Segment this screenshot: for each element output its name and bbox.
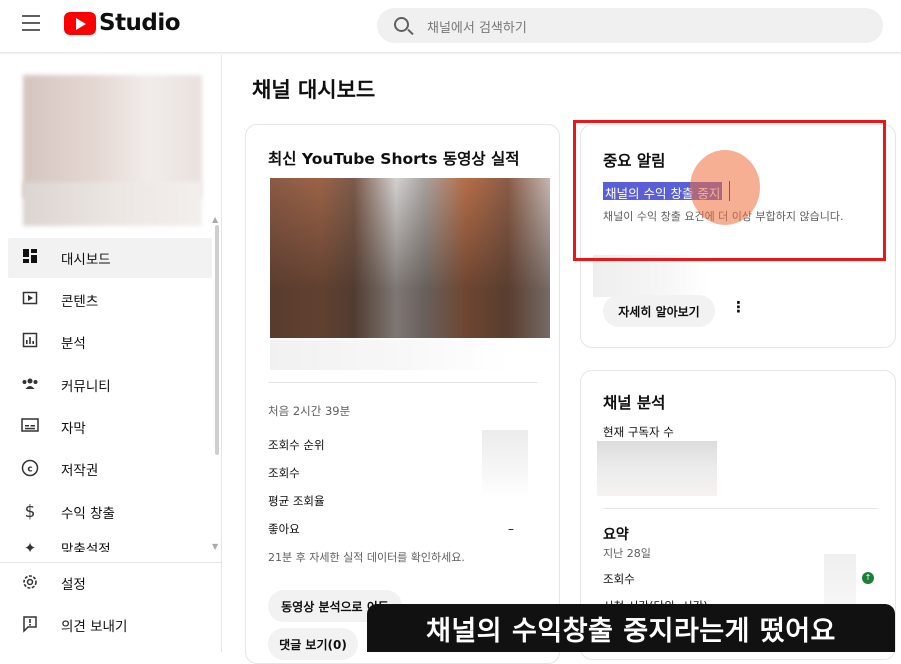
shorts-video-title[interactable]	[270, 340, 510, 370]
sidebar-item-dashboard[interactable]: 대시보드	[8, 238, 212, 278]
sidebar-item-label: 저작권	[61, 463, 99, 479]
card-divider	[603, 508, 878, 509]
subtitles-icon	[20, 417, 40, 437]
top-bar: Studio 채널에서 검색하기	[0, 0, 901, 52]
card-title: 채널 분석	[603, 394, 666, 412]
search-placeholder: 채널에서 검색하기	[427, 21, 527, 36]
sidebar-item-label: 대시보드	[61, 252, 111, 268]
sidebar-item-customization[interactable]: ✦ 맞춤설정	[8, 534, 212, 552]
alert-extra-content	[593, 255, 709, 297]
dollar-icon: $	[24, 502, 36, 522]
content-icon	[20, 290, 40, 310]
subscriber-count	[597, 441, 717, 496]
youtube-play-icon	[64, 11, 96, 35]
summary-period: 지난 28일	[603, 547, 651, 560]
sidebar-scrollbar[interactable]	[215, 225, 219, 455]
stat-values	[482, 430, 528, 496]
sidebar-item-label: 의견 보내기	[61, 619, 128, 635]
community-icon	[20, 375, 40, 395]
shorts-performance-card: 최신 YouTube Shorts 동영상 실적 처음 2시간 39분 조회수 …	[245, 124, 560, 664]
sidebar-item-subtitles[interactable]: 자막	[8, 407, 212, 447]
stat-label-avg-view: 평균 조회율	[268, 494, 325, 508]
channel-avatar[interactable]	[23, 75, 202, 198]
dashboard-icon	[20, 248, 40, 268]
view-comments-button[interactable]: 댓글 보기(0)	[268, 628, 358, 660]
menu-icon[interactable]	[22, 15, 40, 31]
sidebar-item-community[interactable]: 커뮤니티	[8, 365, 212, 405]
sidebar: 대시보드 콘텐츠 분석 커뮤니티 자막 c 저작권 $ 수익 창출 ✦ 맞춤설정…	[0, 55, 222, 652]
sidebar-item-label: 수익 창출	[61, 506, 115, 522]
stat-label-rank: 조회수 순위	[268, 438, 325, 452]
youtube-studio-logo[interactable]: Studio	[64, 10, 181, 36]
sidebar-item-label: 자막	[61, 421, 86, 437]
sidebar-item-feedback[interactable]: 의견 보내기	[8, 605, 212, 645]
shorts-thumbnail[interactable]	[270, 178, 550, 338]
caption-text: 채널의 수익창출 중지라는게 떴어요	[426, 615, 836, 647]
card-divider	[268, 382, 538, 383]
gear-icon	[20, 573, 40, 593]
annotation-box	[573, 120, 886, 261]
search-icon	[394, 17, 409, 32]
sidebar-item-label: 분석	[61, 336, 86, 352]
learn-more-button[interactable]: 자세히 알아보기	[603, 295, 715, 327]
likes-value: –	[508, 522, 514, 536]
summary-title: 요약	[603, 527, 629, 543]
arrow-up-icon: ↑	[862, 572, 874, 584]
first-time-label: 처음 2시간 39분	[268, 404, 351, 418]
video-caption: 채널의 수익창출 중지라는게 떴어요	[367, 604, 895, 652]
sidebar-item-label: 설정	[61, 577, 86, 593]
scroll-down-arrow-icon[interactable]: ▼	[212, 542, 218, 551]
search-input[interactable]: 채널에서 검색하기	[377, 8, 883, 43]
svg-text:c: c	[27, 465, 32, 475]
sidebar-item-label: 커뮤니티	[61, 379, 111, 395]
logo-text: Studio	[99, 10, 181, 36]
page-title: 채널 대시보드	[252, 78, 376, 102]
sidebar-item-analytics[interactable]: 분석	[8, 322, 212, 362]
summary-values	[824, 554, 856, 609]
customization-icon: ✦	[23, 539, 37, 552]
sidebar-item-copyright[interactable]: c 저작권	[8, 449, 212, 489]
stat-label-likes: 좋아요	[268, 522, 300, 536]
sidebar-item-settings[interactable]: 설정	[8, 563, 212, 603]
current-subscribers-label: 현재 구독자 수	[603, 425, 674, 439]
analytics-icon	[20, 332, 40, 352]
feedback-icon	[20, 615, 40, 635]
sidebar-item-monetization[interactable]: $ 수익 창출	[8, 492, 212, 532]
more-vert-icon[interactable]: ⋮	[731, 298, 746, 316]
card-title: 최신 YouTube Shorts 동영상 실적	[268, 150, 520, 168]
sidebar-item-label: 맞춤설정	[61, 542, 111, 552]
stats-note: 21분 후 자세한 실적 데이터를 확인하세요.	[268, 551, 465, 564]
sidebar-item-content[interactable]: 콘텐츠	[8, 280, 212, 320]
views-label: 조회수	[603, 572, 635, 586]
stat-label-views: 조회수	[268, 466, 300, 480]
channel-name	[23, 182, 202, 226]
sidebar-item-label: 콘텐츠	[61, 294, 99, 310]
copyright-icon: c	[20, 459, 40, 479]
scroll-up-arrow-icon[interactable]: ▲	[212, 215, 218, 224]
